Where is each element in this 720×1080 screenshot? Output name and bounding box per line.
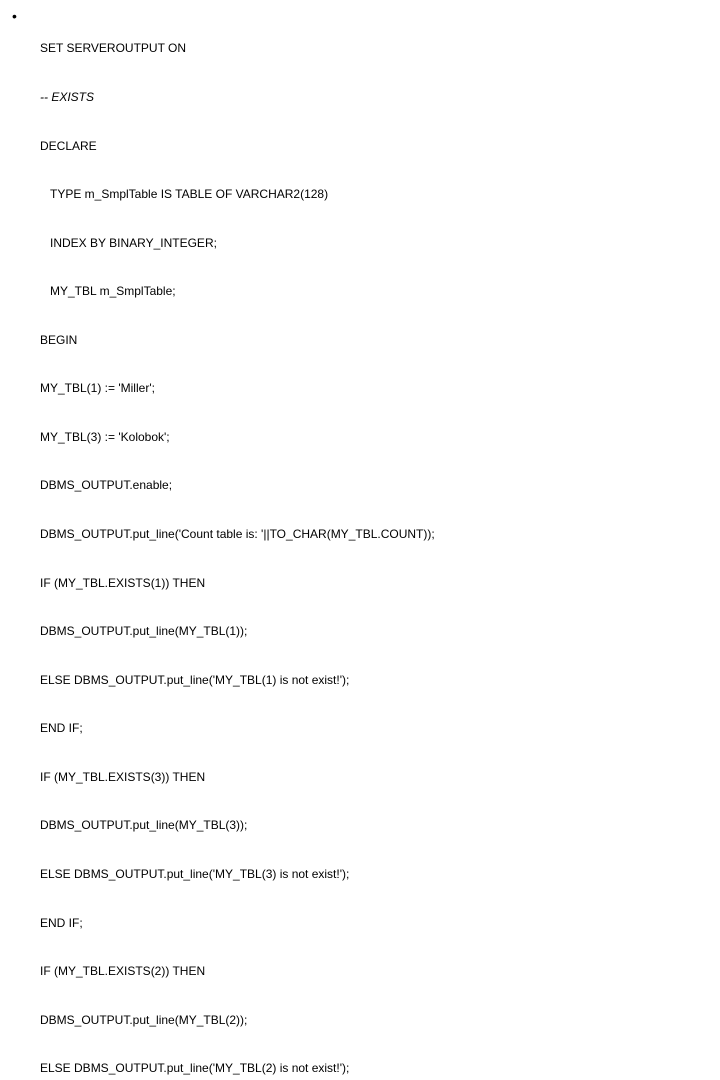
code-line: SET SERVEROUTPUT ON — [40, 40, 708, 56]
code-line: DECLARE — [40, 138, 708, 154]
code-line: TYPE m_SmplTable IS TABLE OF VARCHAR2(12… — [40, 186, 708, 202]
bulleted-block: • SET SERVEROUTPUT ON -- EXISTS DECLARE … — [12, 8, 708, 1080]
code-line: ELSE DBMS_OUTPUT.put_line('MY_TBL(1) is … — [40, 672, 708, 688]
code-line: ELSE DBMS_OUTPUT.put_line('MY_TBL(3) is … — [40, 866, 708, 882]
code-line: DBMS_OUTPUT.put_line(MY_TBL(2)); — [40, 1012, 708, 1028]
code-line: IF (MY_TBL.EXISTS(3)) THEN — [40, 769, 708, 785]
code-line: INDEX BY BINARY_INTEGER; — [40, 235, 708, 251]
code-line: MY_TBL m_SmplTable; — [40, 283, 708, 299]
code-line: IF (MY_TBL.EXISTS(2)) THEN — [40, 963, 708, 979]
code-listing: SET SERVEROUTPUT ON -- EXISTS DECLARE TY… — [40, 8, 708, 1080]
code-line-comment: -- EXISTS — [40, 89, 708, 105]
code-line: DBMS_OUTPUT.enable; — [40, 477, 708, 493]
code-line: DBMS_OUTPUT.put_line(MY_TBL(3)); — [40, 817, 708, 833]
code-line: IF (MY_TBL.EXISTS(1)) THEN — [40, 575, 708, 591]
code-line: END IF; — [40, 915, 708, 931]
code-line: ELSE DBMS_OUTPUT.put_line('MY_TBL(2) is … — [40, 1060, 708, 1076]
code-line: MY_TBL(1) := 'Miller'; — [40, 380, 708, 396]
bullet-icon: • — [12, 8, 40, 26]
code-line: END IF; — [40, 720, 708, 736]
code-line: MY_TBL(3) := 'Kolobok'; — [40, 429, 708, 445]
code-line: DBMS_OUTPUT.put_line(MY_TBL(1)); — [40, 623, 708, 639]
code-line: BEGIN — [40, 332, 708, 348]
